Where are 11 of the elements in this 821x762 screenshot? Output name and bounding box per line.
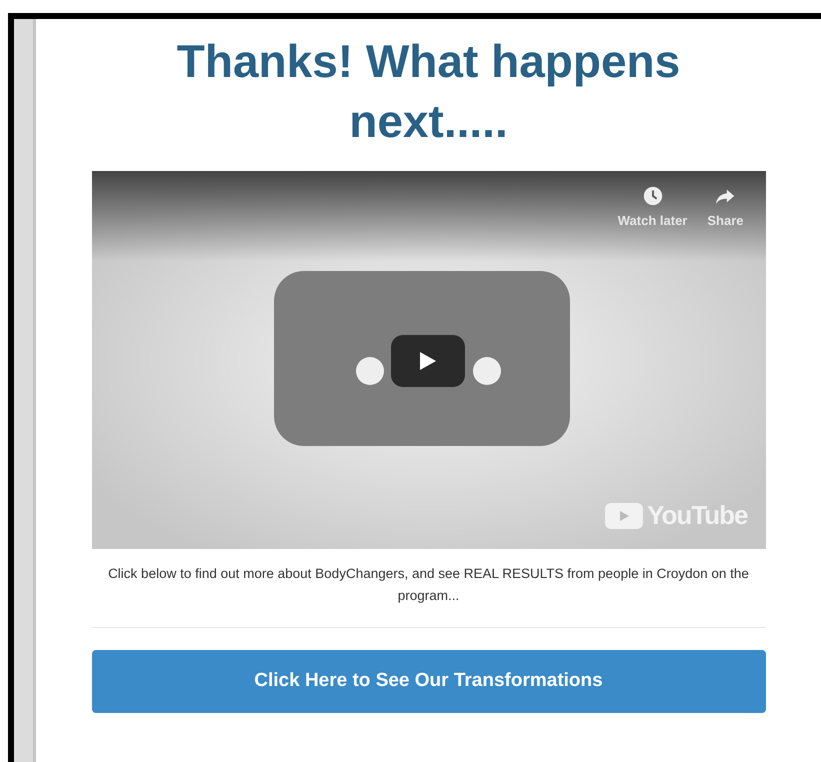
- play-icon: [420, 352, 436, 370]
- play-icon: [605, 502, 644, 528]
- watch-later-button[interactable]: Watch later: [618, 185, 688, 230]
- action-label: Watch later: [618, 212, 688, 230]
- page-heading: Thanks! What happens next.....: [176, 34, 682, 149]
- action-label: Share: [707, 212, 744, 230]
- play-button[interactable]: [390, 335, 464, 387]
- share-button[interactable]: Share: [707, 185, 744, 230]
- transformations-button[interactable]: Click Here to See Our Transformations: [92, 650, 766, 713]
- caption-text: Click below to find out more about BodyChangers, and see REAL RESULTS from people in Croydon on the program...: [107, 565, 750, 605]
- clock-icon: [642, 185, 664, 207]
